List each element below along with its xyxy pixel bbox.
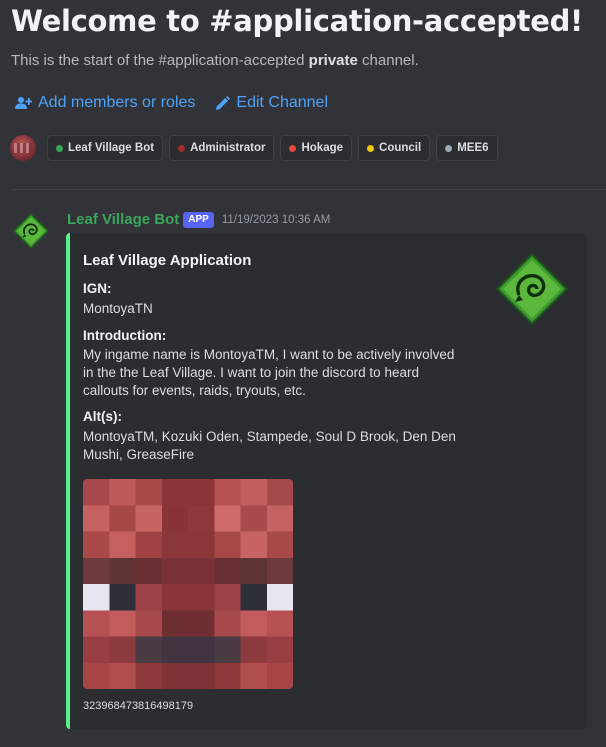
embed-image[interactable] bbox=[83, 479, 293, 689]
member-avatar[interactable] bbox=[10, 135, 36, 161]
field-alts-name: Alt(s): bbox=[83, 409, 122, 424]
edit-channel-button[interactable]: Edit Channel bbox=[215, 94, 328, 112]
leaf-village-emblem-icon bbox=[13, 213, 49, 249]
field-ign-name: IGN: bbox=[83, 281, 112, 296]
field-ign-value: MontoyaTN bbox=[83, 301, 153, 316]
message-timestamp: 11/19/2023 10:36 AM bbox=[221, 213, 331, 226]
field-alts-value: MontoyaTM, Kozuki Oden, Stampede, Soul D… bbox=[83, 429, 456, 462]
role-pill-council[interactable]: Council bbox=[358, 135, 431, 161]
role-pill-leaf-village-bot[interactable]: Leaf Village Bot bbox=[47, 135, 164, 161]
channel-divider bbox=[11, 189, 606, 190]
edit-channel-label: Edit Channel bbox=[236, 94, 329, 111]
role-pill-hokage[interactable]: Hokage bbox=[280, 135, 353, 161]
channel-welcome-title: Welcome to #application-accepted! bbox=[11, 4, 583, 38]
role-color-dot bbox=[445, 144, 453, 152]
role-pill-mee6[interactable]: MEE6 bbox=[436, 135, 498, 161]
bot-avatar[interactable] bbox=[12, 212, 50, 250]
role-color-dot bbox=[56, 144, 63, 152]
leaf-village-emblem-icon bbox=[496, 253, 568, 325]
add-members-label: Add members or roles bbox=[38, 94, 196, 111]
role-color-dot bbox=[289, 144, 297, 152]
field-introduction-name: Introduction: bbox=[83, 328, 167, 343]
add-members-icon bbox=[15, 96, 32, 110]
pencil-icon bbox=[215, 95, 231, 111]
role-label: Administrator bbox=[190, 142, 266, 154]
role-pill-administrator[interactable]: Administrator bbox=[169, 135, 275, 161]
embed-thumbnail[interactable] bbox=[494, 251, 570, 327]
embed-title: Leaf Village Application bbox=[83, 252, 252, 269]
channel-actions: Add members or roles Edit Channel bbox=[15, 94, 328, 112]
app-badge: APP bbox=[183, 211, 214, 228]
channel-members-row: Leaf Village Bot Administrator Hokage Co… bbox=[10, 135, 504, 161]
application-embed: Leaf Village Application IGN: MontoyaTN … bbox=[66, 233, 587, 729]
role-label: MEE6 bbox=[457, 142, 489, 154]
message-header: Leaf Village Bot APP 11/19/2023 10:36 AM bbox=[67, 211, 330, 228]
pixelated-minecraft-skin-face bbox=[83, 479, 293, 689]
add-members-button[interactable]: Add members or roles bbox=[15, 94, 195, 112]
embed-footer: 323968473816498179 bbox=[83, 700, 194, 712]
field-introduction-value: My ingame name is MontoyaTM, I want to b… bbox=[83, 347, 455, 398]
role-color-dot bbox=[178, 144, 186, 152]
channel-welcome-subtitle: This is the start of the #application-ac… bbox=[11, 52, 419, 69]
role-color-dot bbox=[367, 144, 375, 152]
role-label: Council bbox=[379, 142, 422, 154]
message-author[interactable]: Leaf Village Bot bbox=[67, 211, 179, 228]
role-label: Hokage bbox=[301, 142, 344, 154]
role-label: Leaf Village Bot bbox=[68, 142, 155, 154]
